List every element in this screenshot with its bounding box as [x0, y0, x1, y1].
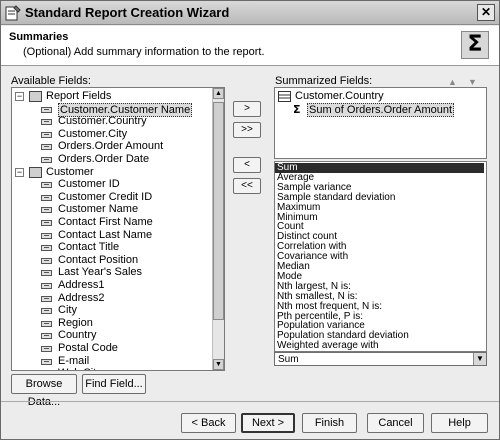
- field-icon: [41, 194, 52, 201]
- back-button[interactable]: < Back: [181, 413, 236, 433]
- field-label: Contact Last Name: [58, 228, 153, 241]
- field-label: Last Year's Sales: [58, 266, 143, 279]
- wizard-icon: [5, 5, 21, 21]
- move-down-icon[interactable]: ▼: [468, 77, 477, 87]
- find-field-button[interactable]: Find Field...: [82, 374, 146, 394]
- summary-function-list[interactable]: Sum Average Sample variance Sample standard…: [274, 161, 487, 352]
- field-icon: [41, 207, 52, 214]
- field-icon: [41, 320, 52, 327]
- scroll-thumb[interactable]: [213, 102, 224, 320]
- field-label: Orders.Order Date: [58, 153, 150, 165]
- field-icon: [41, 270, 52, 277]
- scroll-up-icon[interactable]: ▲: [213, 88, 224, 99]
- browse-data-button[interactable]: Browse Data...: [11, 374, 77, 408]
- field-label: Customer.City: [58, 127, 128, 140]
- report-fields-icon: [29, 91, 42, 102]
- field-label: Postal Code: [58, 342, 118, 354]
- field-icon: [41, 333, 52, 340]
- remove-field-button[interactable]: <: [233, 157, 261, 173]
- summary-function-option[interactable]: Weighted average with: [277, 341, 379, 351]
- header-band: Summaries (Optional) Add summary informa…: [1, 26, 499, 66]
- collapse-icon[interactable]: −: [15, 92, 24, 101]
- tree-group-label: Report Fields: [46, 90, 112, 102]
- field-label: Customer Credit ID: [58, 190, 153, 203]
- cancel-button[interactable]: Cancel: [367, 413, 424, 433]
- add-field-button[interactable]: >: [233, 101, 261, 117]
- next-button[interactable]: Next >: [241, 413, 295, 433]
- summary-group-label: Customer.Country: [295, 90, 384, 102]
- add-all-fields-button[interactable]: >>: [233, 122, 261, 138]
- field-icon: [41, 245, 52, 252]
- move-up-icon[interactable]: ▲: [448, 77, 457, 87]
- field-label: Contact Title: [58, 241, 120, 254]
- field-icon: [41, 106, 52, 113]
- field-icon: [41, 232, 52, 239]
- sigma-icon: Σ: [461, 31, 489, 59]
- summary-item-label: Sum of Orders.Order Amount: [307, 103, 455, 117]
- window-title: Standard Report Creation Wizard: [25, 5, 230, 20]
- field-label: Web Site: [58, 367, 102, 370]
- remove-all-fields-button[interactable]: <<: [233, 178, 261, 194]
- collapse-icon[interactable]: −: [15, 167, 24, 177]
- available-fields-tree[interactable]: − Report Fields Customer.Customer Name Cust…: [11, 87, 225, 371]
- field-icon: [41, 157, 52, 163]
- sigma-icon: Σ: [293, 103, 301, 116]
- field-label: Address1: [58, 279, 105, 291]
- field-label: E-mail: [58, 354, 90, 367]
- field-label: Customer Name: [58, 203, 139, 216]
- finish-button[interactable]: Finish: [302, 413, 357, 433]
- field-label: Region: [58, 316, 93, 329]
- field-label: Contact First Name: [58, 216, 153, 228]
- field-icon: [41, 358, 52, 365]
- field-label: City: [58, 304, 77, 317]
- scroll-down-icon[interactable]: ▼: [213, 359, 224, 370]
- chevron-down-icon[interactable]: ▼: [473, 353, 486, 365]
- field-icon: [41, 283, 52, 289]
- vertical-scrollbar[interactable]: ▲ ▼: [212, 88, 224, 370]
- available-fields-label: Available Fields:: [11, 75, 91, 87]
- field-label: Customer.Country: [58, 115, 147, 128]
- field-icon: [41, 119, 52, 126]
- field-label: Customer ID: [58, 178, 120, 191]
- field-icon: [41, 182, 52, 189]
- page-description: (Optional) Add summary information to th…: [23, 46, 265, 58]
- summarized-fields-label: Summarized Fields:: [275, 75, 373, 87]
- footer-divider: [1, 401, 499, 402]
- wizard-window: Standard Report Creation Wizard ✕ Summar…: [0, 0, 500, 440]
- close-icon[interactable]: ✕: [477, 4, 495, 21]
- table-icon: [278, 91, 291, 102]
- field-label: Contact Position: [58, 253, 139, 266]
- title-bar: Standard Report Creation Wizard ✕: [1, 1, 499, 25]
- field-icon: [41, 144, 52, 151]
- field-label: Address2: [58, 291, 105, 304]
- summarized-fields-tree[interactable]: Customer.Country Σ Sum of Orders.Order A…: [274, 87, 487, 159]
- field-icon: [41, 131, 52, 138]
- field-icon: [41, 308, 52, 315]
- tree-group-label: Customer: [46, 165, 94, 178]
- field-icon: [41, 295, 52, 302]
- field-icon: [41, 346, 52, 352]
- field-label: Country: [58, 329, 97, 342]
- table-icon: [29, 166, 42, 178]
- summary-function-value: Sum: [278, 354, 299, 365]
- field-icon: [41, 257, 52, 264]
- page-title: Summaries: [9, 31, 69, 43]
- field-icon: [41, 220, 52, 226]
- field-label: Orders.Order Amount: [58, 140, 164, 153]
- help-button[interactable]: Help: [431, 413, 488, 433]
- summary-function-select[interactable]: Sum ▼: [274, 352, 487, 366]
